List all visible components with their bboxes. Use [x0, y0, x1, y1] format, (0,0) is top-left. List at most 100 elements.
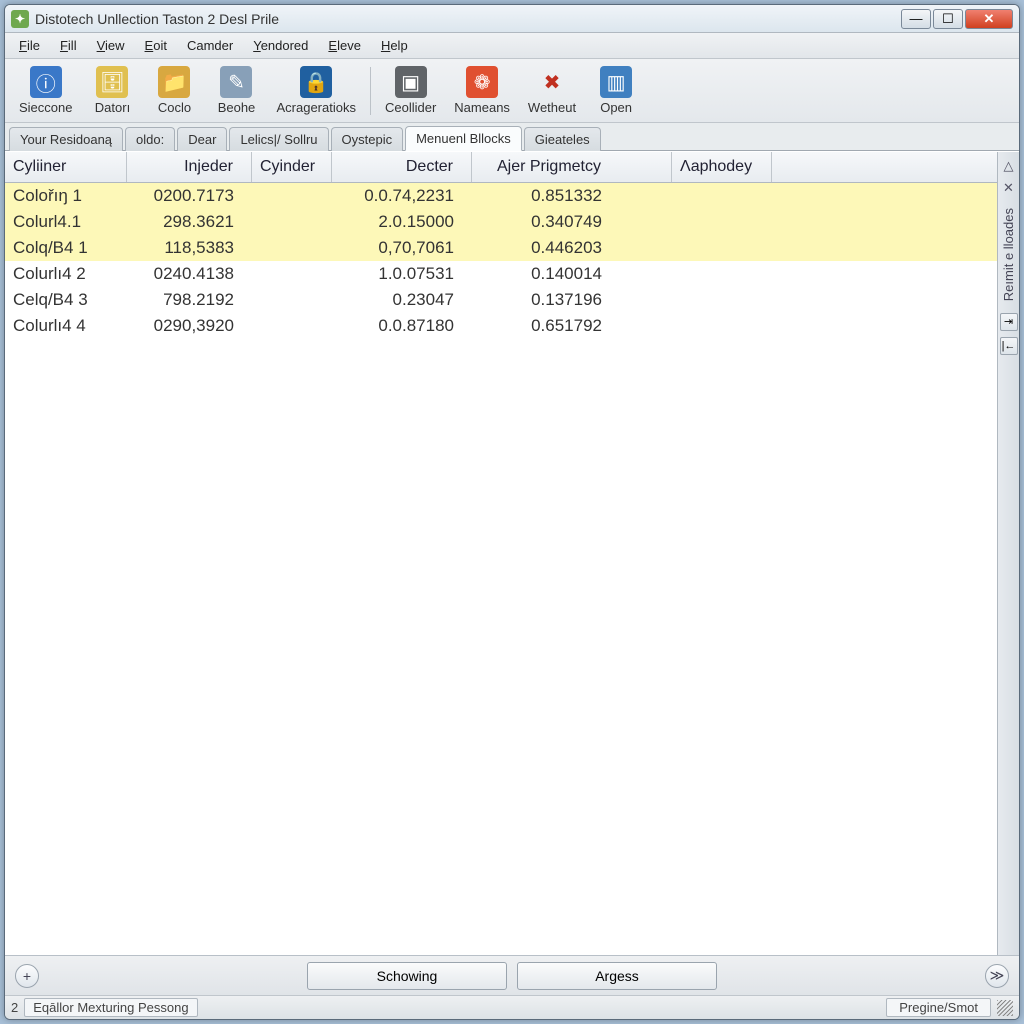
menu-fill[interactable]: Fill	[50, 35, 87, 56]
toolbar-open[interactable]: ▥Open	[586, 64, 646, 117]
folder-icon: 📁	[158, 66, 190, 98]
add-button[interactable]: +	[15, 964, 39, 988]
sidebar-button-1[interactable]: ⇥	[1000, 313, 1018, 331]
app-icon: ✦	[11, 10, 29, 28]
tab-dear[interactable]: Dear	[177, 127, 227, 151]
table-cell: 1.0.07531	[332, 263, 472, 285]
toolbar-datorı[interactable]: 🗄 Datorı	[82, 64, 142, 117]
menu-file[interactable]: File	[9, 35, 50, 56]
table-cell	[672, 263, 772, 285]
window-controls: — ☐ ✕	[901, 9, 1013, 29]
cylinder-icon: 🗄	[96, 66, 128, 98]
tab-gieateles[interactable]: Gieateles	[524, 127, 601, 151]
table-row[interactable]: Colq/B4 1118,53830,70,70610.446203	[5, 235, 997, 261]
table-cell	[672, 315, 772, 337]
table-cell: 0200.7173	[127, 185, 252, 207]
table-cell: 798.2192	[127, 289, 252, 311]
tab-your-residoan-[interactable]: Your Residoaną	[9, 127, 123, 151]
toolbar-label: Wetheut	[528, 100, 576, 115]
minimize-button[interactable]: —	[901, 9, 931, 29]
column-header[interactable]: Cyliiner	[5, 152, 127, 182]
table-row[interactable]: Colurl4.1298.36212.0.150000.340749	[5, 209, 997, 235]
toolbar-label: Datorı	[95, 100, 130, 115]
table-cell: 0.140014	[472, 263, 672, 285]
column-header[interactable]: Injeder	[127, 152, 252, 182]
table-row[interactable]: Celq/B4 3798.2192 0.230470.137196	[5, 287, 997, 313]
info-icon: ⓘ	[30, 66, 62, 98]
table-cell: Colořıŋ 1	[5, 185, 127, 207]
resize-grip-icon[interactable]	[997, 1000, 1013, 1016]
menu-eoit[interactable]: Eoit	[135, 35, 177, 56]
status-index: 2	[11, 1000, 18, 1015]
table-cell	[672, 185, 772, 207]
main-area: CyliinerInjederCyinderDecterAjer Prigmet…	[5, 151, 1019, 955]
window-icon: ▥	[600, 66, 632, 98]
grid-header-row: CyliinerInjederCyinderDecterAjer Prigmet…	[5, 152, 997, 183]
tab-oystepic[interactable]: Oystepic	[331, 127, 404, 151]
column-header[interactable]: Λaphodey	[672, 152, 772, 182]
toolbar-label: Beohe	[218, 100, 256, 115]
status-right: Pregine/Smot	[886, 998, 991, 1017]
next-button[interactable]: ≫	[985, 964, 1009, 988]
toolbar-coclo[interactable]: 📁 Coclo	[144, 64, 204, 117]
bottom-bar: + Schowing Argess ≫	[5, 955, 1019, 995]
toolbar-ceollider[interactable]: ▣Ceollider	[377, 64, 444, 117]
lock-icon: 🔒	[300, 66, 332, 98]
right-sidebar: △ ✕ Reımit e lloades ⇥ |←	[997, 152, 1019, 955]
table-cell: 0.137196	[472, 289, 672, 311]
table-cell: 0.23047	[332, 289, 472, 311]
table-cell	[672, 237, 772, 259]
table-cell: 2.0.15000	[332, 211, 472, 233]
table-cell: 0.340749	[472, 211, 672, 233]
menu-eleve[interactable]: Eleve	[318, 35, 371, 56]
x-icon: ✖	[536, 66, 568, 98]
close-panel-icon[interactable]: ✕	[1003, 180, 1014, 196]
toolbar-label: Acrageratioks	[276, 100, 355, 115]
toolbar-nameans[interactable]: ❁Nameans	[446, 64, 518, 117]
column-header[interactable]: Cyinder	[252, 152, 332, 182]
sidebar-button-2[interactable]: |←	[1000, 337, 1018, 355]
column-header[interactable]: Decter	[332, 152, 472, 182]
window-title: Distotech Unllection Taston 2 Desl Prile	[35, 11, 901, 27]
toolbar-beohe[interactable]: ✎Beohe	[206, 64, 266, 117]
close-button[interactable]: ✕	[965, 9, 1013, 29]
scroll-up-icon[interactable]: △	[1004, 158, 1014, 174]
maximize-button[interactable]: ☐	[933, 9, 963, 29]
toolbar-label: Coclo	[158, 100, 191, 115]
table-cell: Colurl4.1	[5, 211, 127, 233]
toolbar-wetheut[interactable]: ✖ Wetheut	[520, 64, 584, 117]
toolbar: ⓘ Sieccone 🗄 Datorı 📁 Coclo ✎Beohe 🔒 Acrageratio…	[5, 59, 1019, 123]
tab-lelics-sollru[interactable]: Lelics|/ Sollru	[229, 127, 328, 151]
schowing-button[interactable]: Schowing	[307, 962, 507, 990]
status-bar: 2 Eqāllor Mexturing Pessong Pregine/Smot	[5, 995, 1019, 1019]
menu-view[interactable]: View	[87, 35, 135, 56]
table-cell: Celq/B4 3	[5, 289, 127, 311]
toolbar-label: Sieccone	[19, 100, 72, 115]
device-icon: ▣	[395, 66, 427, 98]
toolbar-sieccone[interactable]: ⓘ Sieccone	[11, 64, 80, 117]
menu-yendored[interactable]: Yendored	[243, 35, 318, 56]
grid-body: Colořıŋ 10200.71730.0.74,22310.851332Col…	[5, 183, 997, 955]
table-cell: 0.446203	[472, 237, 672, 259]
tab-menuenl-bllocks[interactable]: Menuenl Bllocks	[405, 126, 522, 151]
table-cell: Colurlı4 2	[5, 263, 127, 285]
menu-camder[interactable]: Camder	[177, 35, 243, 56]
tabbar: Your Residoanąoldo:DearLelics|/ SollruOy…	[5, 123, 1019, 151]
menu-help[interactable]: Help	[371, 35, 418, 56]
table-row[interactable]: Colurlı4 40290,39200.0.871800.651792	[5, 313, 997, 339]
argess-button[interactable]: Argess	[517, 962, 717, 990]
column-header[interactable]: Ajer Prigmetcy	[472, 152, 672, 182]
palette-icon: ❁	[466, 66, 498, 98]
table-cell: 0290,3920	[127, 315, 252, 337]
table-row[interactable]: Colořıŋ 10200.71730.0.74,22310.851332	[5, 183, 997, 209]
table-row[interactable]: Colurlı4 20240.4138 1.0.075310.140014	[5, 261, 997, 287]
table-cell: 0.851332	[472, 185, 672, 207]
tab-oldo-[interactable]: oldo:	[125, 127, 175, 151]
toolbar-acrageratioks[interactable]: 🔒 Acrageratioks	[268, 64, 363, 117]
data-grid: CyliinerInjederCyinderDecterAjer Prigmet…	[5, 152, 997, 955]
status-left: Eqāllor Mexturing Pessong	[24, 998, 197, 1017]
sidebar-label: Reımit e lloades	[1001, 202, 1016, 307]
table-cell: 0240.4138	[127, 263, 252, 285]
menubar: FileFillViewEoitCamderYendoredEleveHelp	[5, 33, 1019, 59]
table-cell	[252, 237, 332, 259]
